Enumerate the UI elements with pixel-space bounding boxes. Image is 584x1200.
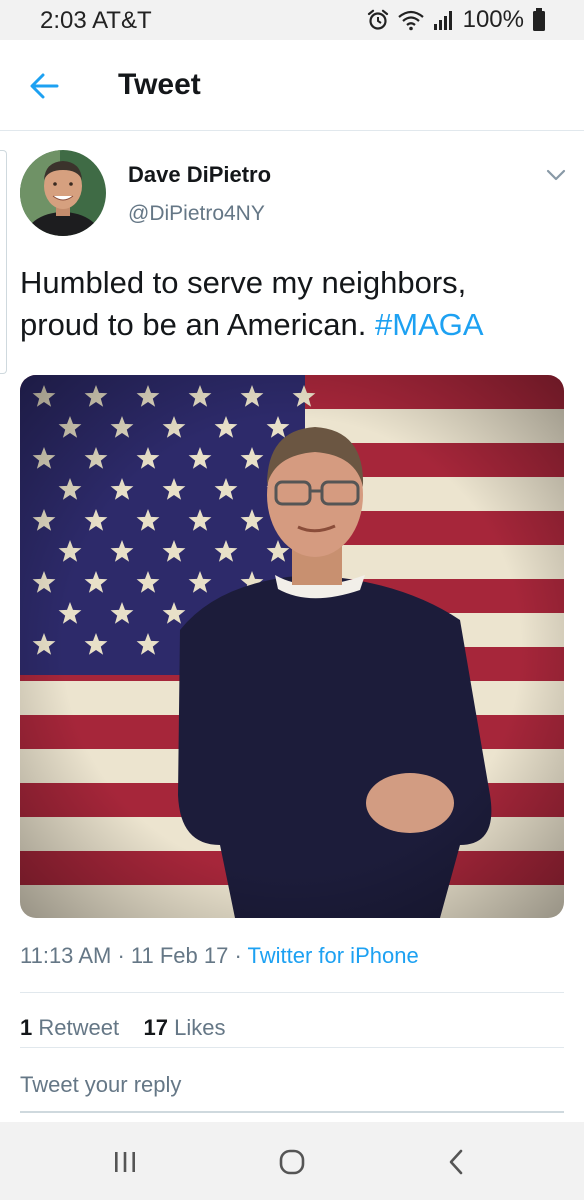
wifi-icon: [397, 10, 424, 31]
home-button[interactable]: [272, 1142, 312, 1182]
chevron-down-icon: [546, 169, 566, 181]
status-icons: 100%: [367, 6, 546, 34]
divider: [20, 1047, 564, 1048]
tweet-time: 11:13 AM: [20, 943, 112, 968]
reply-input[interactable]: Tweet your reply: [20, 1072, 181, 1098]
arrow-left-icon: [30, 73, 59, 99]
likes-stat[interactable]: 17 Likes: [144, 1015, 226, 1040]
tweet-meta: 11:13 AM · 11 Feb 17 · Twitter for iPhon…: [20, 943, 419, 968]
nav-back-button[interactable]: [436, 1142, 476, 1182]
photo-image: [20, 375, 564, 918]
tweet-date: 11 Feb 17: [130, 943, 229, 968]
tweet-options-button[interactable]: [541, 160, 571, 190]
tweet-text: Humbled to serve my neighbors, proud to …: [20, 262, 570, 346]
home-icon: [279, 1149, 305, 1175]
divider: [20, 992, 564, 993]
retweets-count: 1: [20, 1015, 33, 1040]
status-bar: 2:03 AT&T 100%: [0, 0, 584, 40]
battery-icon: [533, 8, 545, 31]
likes-count: 17: [143, 1015, 169, 1040]
reply-underline: [20, 1111, 564, 1113]
battery-text: 100%: [462, 6, 524, 33]
avatar-image: [20, 150, 106, 236]
thread-indicator: [0, 150, 7, 374]
tweet-photo[interactable]: [20, 375, 564, 918]
status-time: 2:03 AT&T: [40, 7, 152, 35]
app-header: Tweet: [0, 40, 584, 131]
tweet-text-line1: Humbled to serve my neighbors,: [20, 265, 467, 300]
carrier-text: AT&T: [92, 7, 152, 34]
back-icon: [449, 1149, 463, 1175]
author-avatar[interactable]: [20, 150, 106, 236]
signal-icon: [433, 11, 452, 30]
tweet-source-link[interactable]: Twitter for iPhone: [248, 943, 419, 968]
likes-label: Likes: [174, 1015, 226, 1040]
clock-text: 2:03: [40, 7, 87, 34]
system-nav-bar: [0, 1122, 584, 1200]
back-button[interactable]: [22, 64, 66, 108]
tweet-stats: 1 Retweet 17 Likes: [20, 1015, 226, 1041]
tweet-text-line2: proud to be an American. #MAGA: [20, 304, 570, 346]
page-title: Tweet: [118, 68, 201, 101]
recent-apps-button[interactable]: [105, 1142, 145, 1182]
retweets-label: Retweet: [38, 1015, 120, 1040]
author-handle[interactable]: @DiPietro4NY: [128, 202, 265, 226]
retweets-stat[interactable]: 1 Retweet: [20, 1015, 119, 1040]
hashtag-link[interactable]: #MAGA: [375, 307, 484, 342]
author-name[interactable]: Dave DiPietro: [128, 162, 271, 188]
recent-apps-icon: [115, 1152, 135, 1172]
tweet-text-line2-prefix: proud to be an American.: [20, 307, 367, 342]
alarm-icon: [367, 9, 388, 30]
